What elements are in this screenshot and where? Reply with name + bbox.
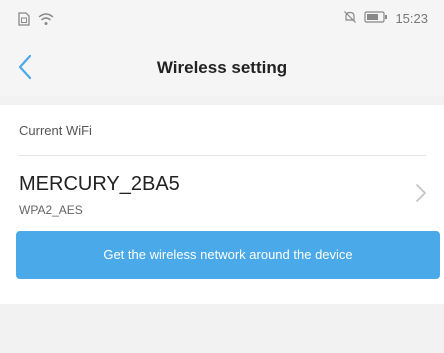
- wifi-security: WPA2_AES: [19, 203, 83, 217]
- mute-icon: [343, 10, 357, 27]
- wifi-icon: [38, 12, 54, 31]
- battery-icon: [364, 11, 388, 26]
- sim-icon: [18, 12, 30, 31]
- status-bar: 15:23: [0, 0, 444, 38]
- page-title: Wireless setting: [156, 58, 288, 77]
- nav-bar: Wireless setting: [0, 38, 444, 96]
- current-wifi-row[interactable]: MERCURY_2BA5 WPA2_AES: [0, 157, 444, 231]
- clock: 15:23: [395, 11, 428, 26]
- section-label-current-wifi: Current WiFi: [19, 123, 92, 138]
- scan-networks-button[interactable]: Get the wireless network around the devi…: [16, 231, 440, 279]
- wifi-name: MERCURY_2BA5: [19, 173, 180, 195]
- chevron-right-icon: [416, 184, 426, 202]
- divider: [18, 155, 426, 156]
- current-wifi-card: Current WiFi MERCURY_2BA5 WPA2_AES Get t…: [0, 105, 444, 304]
